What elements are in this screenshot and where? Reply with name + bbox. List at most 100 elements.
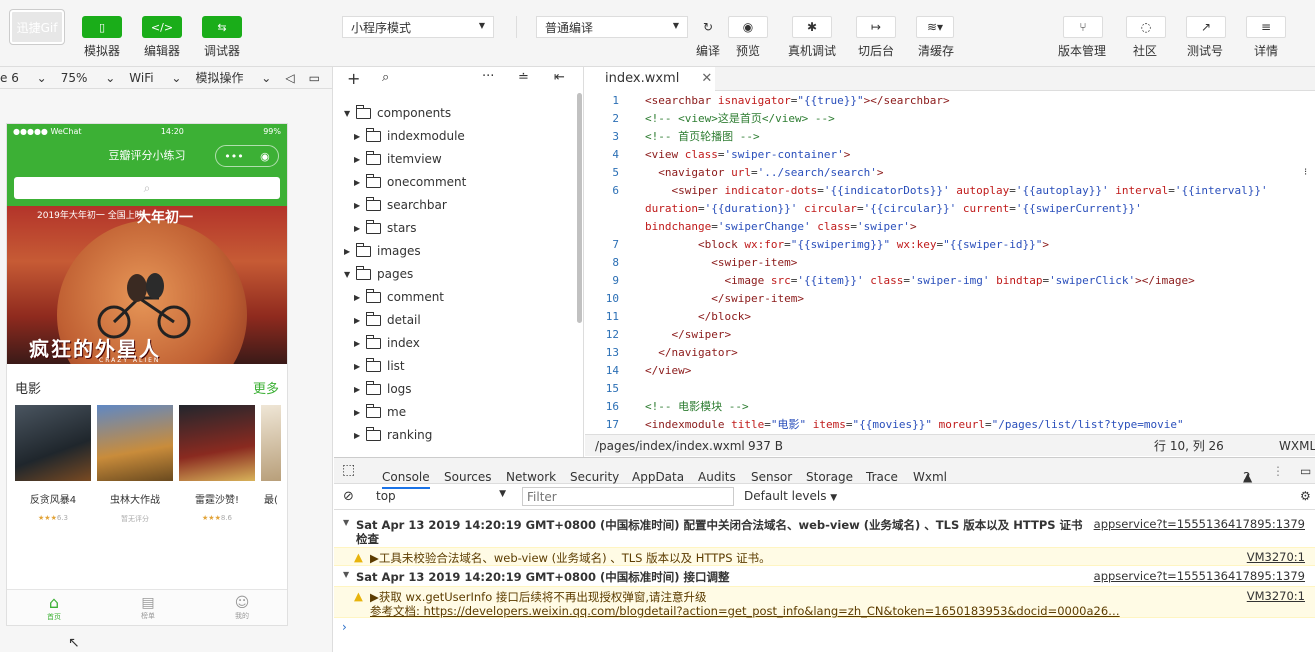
language-mode[interactable]: WXML [1279,439,1315,453]
movie-card[interactable]: 雷霆沙赞! ★★★8.6 [179,405,255,524]
tree-item-detail[interactable]: ▶ detail [354,309,421,331]
swiper-banner[interactable]: 2019年大年初一 全国上映 大年初一 疯狂的外星人 CRAZY ALIEN [7,206,287,364]
capsule-menu[interactable]: ••• ◉ [215,145,279,167]
tree-item-list[interactable]: ▶ list [354,355,405,377]
tab-audits[interactable]: Audits [698,470,736,484]
chevron-right-icon[interactable]: ▶ [354,339,366,348]
compile-select[interactable]: 普通编译 ▼ [536,16,688,38]
clear-cache-button[interactable]: ≋▾ [916,16,954,38]
movie-card[interactable]: 最( [261,405,281,524]
tree-item-indexmodule[interactable]: ▶ indexmodule [354,125,465,147]
expand-icon[interactable]: ▼ [343,570,349,579]
movie-card[interactable]: 虫林大作战 暂无评分 [97,405,173,524]
device-select[interactable]: e 6 ⌄ [0,71,47,85]
background-button[interactable]: ↦ [856,16,896,38]
console-warning: ▲ ▶获取 wx.getUserInfo 接口后续将不再出现授权弹窗,请注意升级… [334,586,1315,618]
tree-item-index[interactable]: ▶ index [354,332,420,354]
tree-item-logs[interactable]: ▶ logs [354,378,412,400]
inspect-icon[interactable]: ⬚ [342,462,355,478]
tab-security[interactable]: Security [570,470,619,484]
dock-icon[interactable]: ▭ [1300,464,1311,478]
more-icon[interactable]: ··· [482,69,494,84]
line-number: 17 [605,418,619,431]
console-prompt[interactable]: › [342,620,347,634]
tab-sources[interactable]: Sources [444,470,491,484]
tree-item-me[interactable]: ▶ me [354,401,406,423]
tab-trace[interactable]: Trace [866,470,898,484]
chevron-right-icon[interactable]: ▶ [354,178,366,187]
tree-item-components[interactable]: ▼ components [344,102,451,124]
levels-select[interactable]: Default levels ▼ [744,489,837,503]
tab-wxml[interactable]: Wxml [913,470,947,484]
more-tabs-icon[interactable]: ⋮ [1272,464,1284,478]
tree-item-stars[interactable]: ▶ stars [354,217,417,239]
close-icon[interactable]: ✕ [701,71,712,86]
remote-debug-button[interactable]: ✱ [792,16,832,38]
compile-button[interactable]: ↻ [688,16,728,38]
sort-icon[interactable]: ≐ [518,70,529,85]
search-input[interactable]: ⌕ [14,177,280,199]
chevron-right-icon[interactable]: ▶ [354,385,366,394]
tab-home[interactable]: ⌂ 首页 [7,590,101,625]
simulator-toggle-button[interactable]: ▯ [82,16,122,38]
close-circle-icon[interactable]: ◉ [260,150,270,163]
line-number: 10 [605,292,619,305]
tab-network[interactable]: Network [506,470,556,484]
chevron-down-icon[interactable]: ▼ [344,109,356,118]
collapse-icon[interactable]: ⇤ [554,70,565,85]
chevron-right-icon[interactable]: ▶ [354,201,366,210]
simulate-ops-select[interactable]: 模拟操作 ⌄ [195,69,271,86]
chevron-right-icon[interactable]: ▶ [354,293,366,302]
tab-index-wxml[interactable]: index.wxml ✕ [585,67,715,91]
movie-card[interactable]: 反贪风暴4 ★★★6.3 [15,405,91,524]
tree-item-itemview[interactable]: ▶ itemview [354,148,442,170]
preview-button[interactable]: ◉ [728,16,768,38]
chevron-right-icon[interactable]: ▶ [354,155,366,164]
editor-toggle-button[interactable]: </> [142,16,182,38]
tab-storage[interactable]: Storage [806,470,853,484]
tab-appdata[interactable]: AppData [632,470,684,484]
chevron-right-icon[interactable]: ▶ [354,132,366,141]
volume-icon[interactable]: ◁ [285,71,294,85]
tab-me[interactable]: ☺ 我的 [195,590,287,625]
console-filter-input[interactable] [522,487,734,506]
tree-item-pages[interactable]: ▼ pages [344,263,413,285]
chevron-right-icon[interactable]: ▶ [354,316,366,325]
tree-item-comment[interactable]: ▶ comment [354,286,444,308]
search-icon[interactable]: ⌕ [382,70,389,85]
version-button[interactable]: ⑂ [1063,16,1103,38]
expand-icon[interactable]: ▼ [343,518,349,527]
editor-scrollbar[interactable]: ⁝ [1304,167,1310,181]
chevron-down-icon[interactable]: ▼ [344,270,356,279]
tree-scrollbar[interactable] [577,93,582,323]
settings-icon[interactable]: ⚙ [1300,489,1311,503]
chevron-right-icon[interactable]: ▶ [354,224,366,233]
chevron-right-icon[interactable]: ▶ [354,408,366,417]
more-icon[interactable]: ••• [224,150,243,163]
tree-item-ranking[interactable]: ▶ ranking [354,424,432,446]
tree-item-images[interactable]: ▶ images [344,240,421,262]
clear-console-icon[interactable]: ⊘ [343,489,354,504]
tab-sensor[interactable]: Sensor [751,470,792,484]
poster-image [97,405,173,481]
add-file-icon[interactable]: + [347,69,360,88]
code-line: <searchbar isnavigator="{{true}}"></sear… [645,94,950,107]
more-link[interactable]: 更多 [253,378,279,397]
tab-ranking[interactable]: ▤ 榜单 [101,590,195,625]
mode-select[interactable]: 小程序模式 ▼ [342,16,494,38]
code-line: <!-- 首页轮播图 --> [645,130,760,143]
window-icon[interactable]: ▭ [309,71,320,85]
zoom-select[interactable]: 75% ⌄ [61,71,116,85]
tree-item-onecomment[interactable]: ▶ onecomment [354,171,466,193]
community-button[interactable]: ◌ [1126,16,1166,38]
test-account-button[interactable]: ↗ [1186,16,1226,38]
tree-item-searchbar[interactable]: ▶ searchbar [354,194,447,216]
context-select[interactable]: top ▼ [370,487,510,506]
banner-subtitle: CRAZY ALIEN [99,357,161,364]
chevron-right-icon[interactable]: ▶ [354,362,366,371]
network-select[interactable]: WiFi ⌄ [129,71,181,85]
details-button[interactable]: ≡ [1246,16,1286,38]
chevron-right-icon[interactable]: ▶ [354,431,366,440]
chevron-right-icon[interactable]: ▶ [344,247,356,256]
debugger-toggle-button[interactable]: ⇆ [202,16,242,38]
